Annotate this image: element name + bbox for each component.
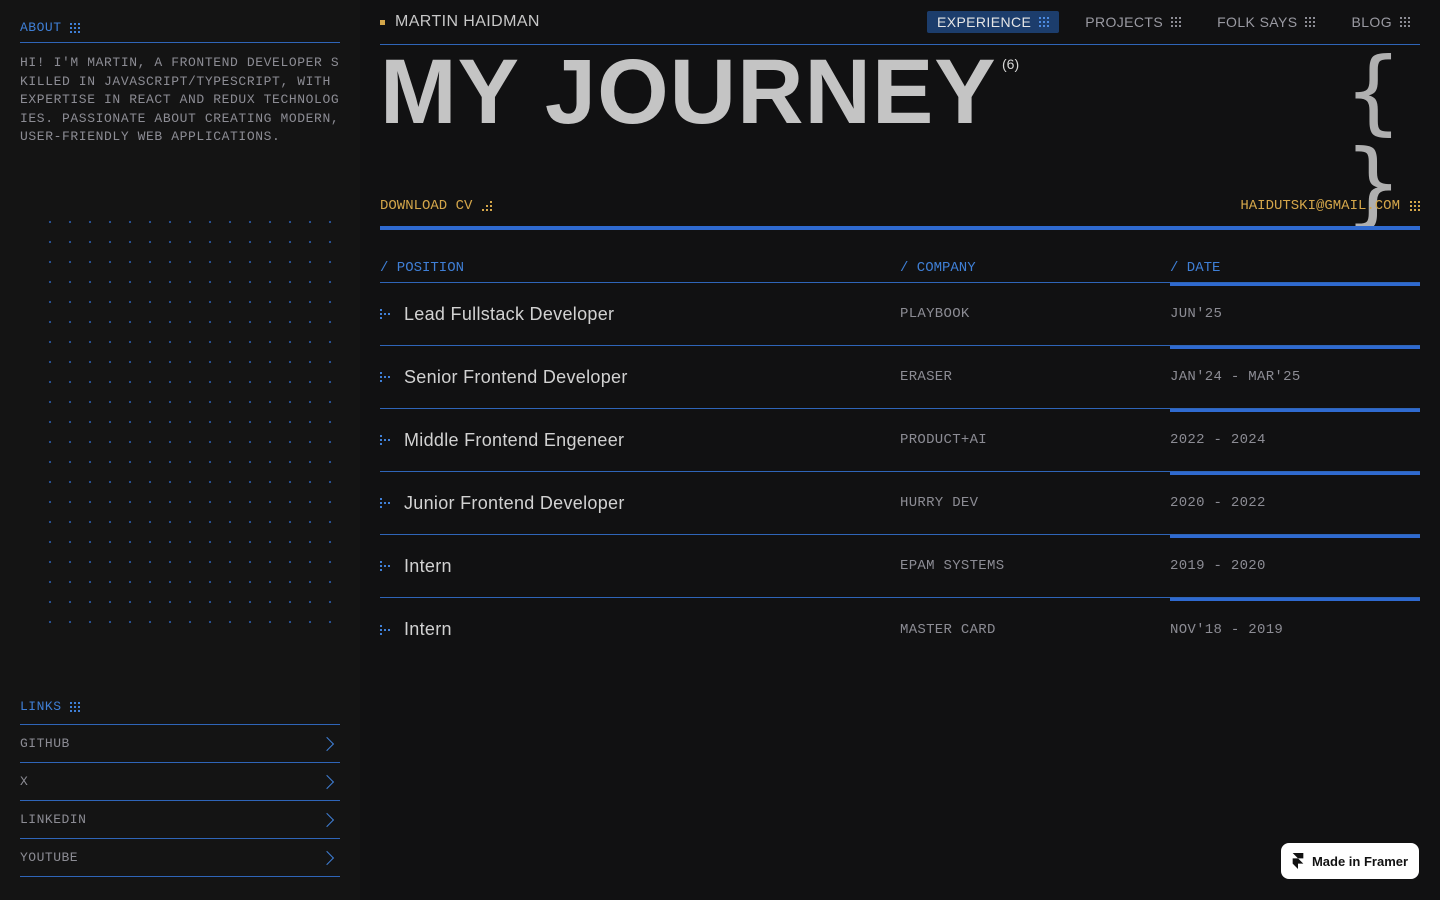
cv-row: DOWNLOAD CV HAIDUTSKI@GMAIL.COM (380, 198, 1420, 230)
brand-square-icon (380, 19, 385, 25)
decorative-dot-grid (40, 212, 340, 632)
email-address: HAIDUTSKI@GMAIL.COM (1240, 198, 1400, 214)
nav-folk-says[interactable]: FOLK SAYS (1207, 11, 1325, 33)
link-label: LINKEDIN (20, 812, 87, 827)
table-header: / POSITION / COMPANY / DATE (380, 260, 1420, 283)
company-name: PRODUCT+AI (900, 432, 988, 448)
link-linkedin[interactable]: LINKEDIN (20, 801, 340, 839)
position-title: Senior Frontend Developer (404, 366, 628, 387)
chevron-right-icon (319, 812, 335, 827)
position-cell: Junior Frontend Developer (380, 493, 900, 514)
company-name: ERASER (900, 369, 953, 385)
dots-grid-icon (1410, 201, 1420, 211)
date-range: JAN'24 - MAR'25 (1170, 369, 1301, 385)
row-arrow-icon (380, 624, 390, 635)
nav-label: EXPERIENCE (936, 14, 1032, 30)
position-title: Lead Fullstack Developer (404, 303, 615, 324)
brand[interactable]: MARTIN HAIDMAN (380, 13, 540, 31)
dots-grid-icon (1171, 17, 1182, 27)
top-bar: MARTIN HAIDMAN EXPERIENCE PROJECTS FOLK … (380, 0, 1420, 45)
dots-grid-icon (69, 701, 80, 712)
dots-grid-icon (1305, 17, 1316, 27)
header-company: / COMPANY (900, 260, 976, 276)
links-heading-label: LINKS (20, 699, 62, 714)
about-text: HI! I'M MARTIN, A FRONTEND DEVELOPER SKI… (20, 55, 340, 144)
company-name: HURRY DEV (900, 495, 979, 511)
row-arrow-icon (380, 561, 390, 571)
nav-experience[interactable]: EXPERIENCE (926, 11, 1060, 33)
table-row[interactable]: Senior Frontend Developer ERASER JAN'24 … (380, 346, 1420, 412)
table-row[interactable]: Junior Frontend Developer HURRY DEV 2020… (380, 472, 1420, 538)
framer-logo-icon (1292, 853, 1304, 869)
link-label: YOUTUBE (20, 850, 79, 865)
nav-projects[interactable]: PROJECTS (1075, 11, 1191, 33)
nav-label: FOLK SAYS (1217, 14, 1298, 30)
nav-label: PROJECTS (1085, 14, 1164, 30)
company-name: MASTER CARD (900, 621, 996, 638)
chevron-right-icon (319, 774, 335, 789)
nav-label: BLOG (1351, 14, 1392, 30)
header-position: / POSITION (380, 260, 465, 276)
position-title: Intern (404, 619, 452, 639)
chevron-right-icon (319, 850, 335, 865)
link-x[interactable]: X (20, 763, 340, 801)
link-label: X (20, 774, 29, 789)
row-arrow-icon (380, 435, 390, 445)
link-youtube[interactable]: YOUTUBE (20, 839, 340, 877)
position-cell: Intern (380, 619, 900, 640)
position-title: Intern (404, 555, 452, 576)
links-section: LINKS GITHUB X LINKEDIN YOUTUBE (20, 699, 340, 877)
nav-blog[interactable]: BLOG (1341, 11, 1420, 33)
main-nav: EXPERIENCE PROJECTS FOLK SAYS BLOG (926, 11, 1420, 33)
entry-count: (6) (1002, 56, 1020, 72)
company-name: PLAYBOOK (900, 306, 970, 322)
download-cv-label: DOWNLOAD CV (380, 198, 473, 214)
dots-grid-icon (69, 22, 80, 33)
date-range: 2020 - 2022 (1170, 495, 1266, 511)
table-row[interactable]: Lead Fullstack Developer PLAYBOOK JUN'25 (380, 283, 1420, 349)
email-link[interactable]: HAIDUTSKI@GMAIL.COM (1240, 198, 1420, 214)
experience-table: / POSITION / COMPANY / DATE Lead Fullsta… (380, 260, 1420, 661)
link-github[interactable]: GITHUB (20, 725, 340, 763)
row-arrow-icon (380, 309, 390, 319)
position-title: Middle Frontend Engeneer (404, 429, 625, 450)
date-range: 2019 - 2020 (1170, 558, 1266, 574)
date-range: NOV'18 - 2019 (1170, 621, 1284, 638)
download-cv-link[interactable]: DOWNLOAD CV (380, 198, 493, 214)
header-date: / DATE (1170, 260, 1420, 282)
table-row[interactable]: Middle Frontend Engeneer PRODUCT+AI 2022… (380, 409, 1420, 475)
about-heading-label: ABOUT (20, 20, 62, 35)
date-range: 2022 - 2024 (1170, 432, 1266, 448)
page-title: MY JOURNEY (380, 41, 997, 143)
row-arrow-icon (380, 372, 390, 382)
chevron-right-icon (319, 736, 335, 751)
date-range: JUN'25 (1170, 306, 1223, 322)
position-cell: Intern (380, 556, 900, 577)
company-name: EPAM SYSTEMS (900, 558, 1005, 574)
dots-grid-icon (1039, 17, 1050, 27)
position-cell: Middle Frontend Engeneer (380, 430, 900, 451)
position-cell: Lead Fullstack Developer (380, 304, 900, 325)
position-title: Junior Frontend Developer (404, 492, 625, 513)
table-row[interactable]: Intern EPAM SYSTEMS 2019 - 2020 (380, 535, 1420, 601)
link-label: GITHUB (20, 736, 70, 751)
badge-label: Made in Framer (1311, 853, 1409, 869)
links-heading: LINKS (20, 699, 340, 725)
table-row[interactable]: Intern MASTER CARD NOV'18 - 2019 (380, 598, 1420, 661)
dots-grid-icon (1400, 17, 1410, 27)
row-arrow-icon (380, 498, 390, 508)
position-cell: Senior Frontend Developer (380, 367, 900, 388)
sidebar: ABOUT HI! I'M MARTIN, A FRONTEND DEVELOP… (0, 0, 360, 900)
download-dots-icon (482, 201, 493, 211)
about-heading: ABOUT (20, 20, 340, 43)
made-in-framer-badge[interactable]: Made in Framer (1281, 843, 1419, 879)
brand-name: MARTIN HAIDMAN (395, 13, 540, 30)
